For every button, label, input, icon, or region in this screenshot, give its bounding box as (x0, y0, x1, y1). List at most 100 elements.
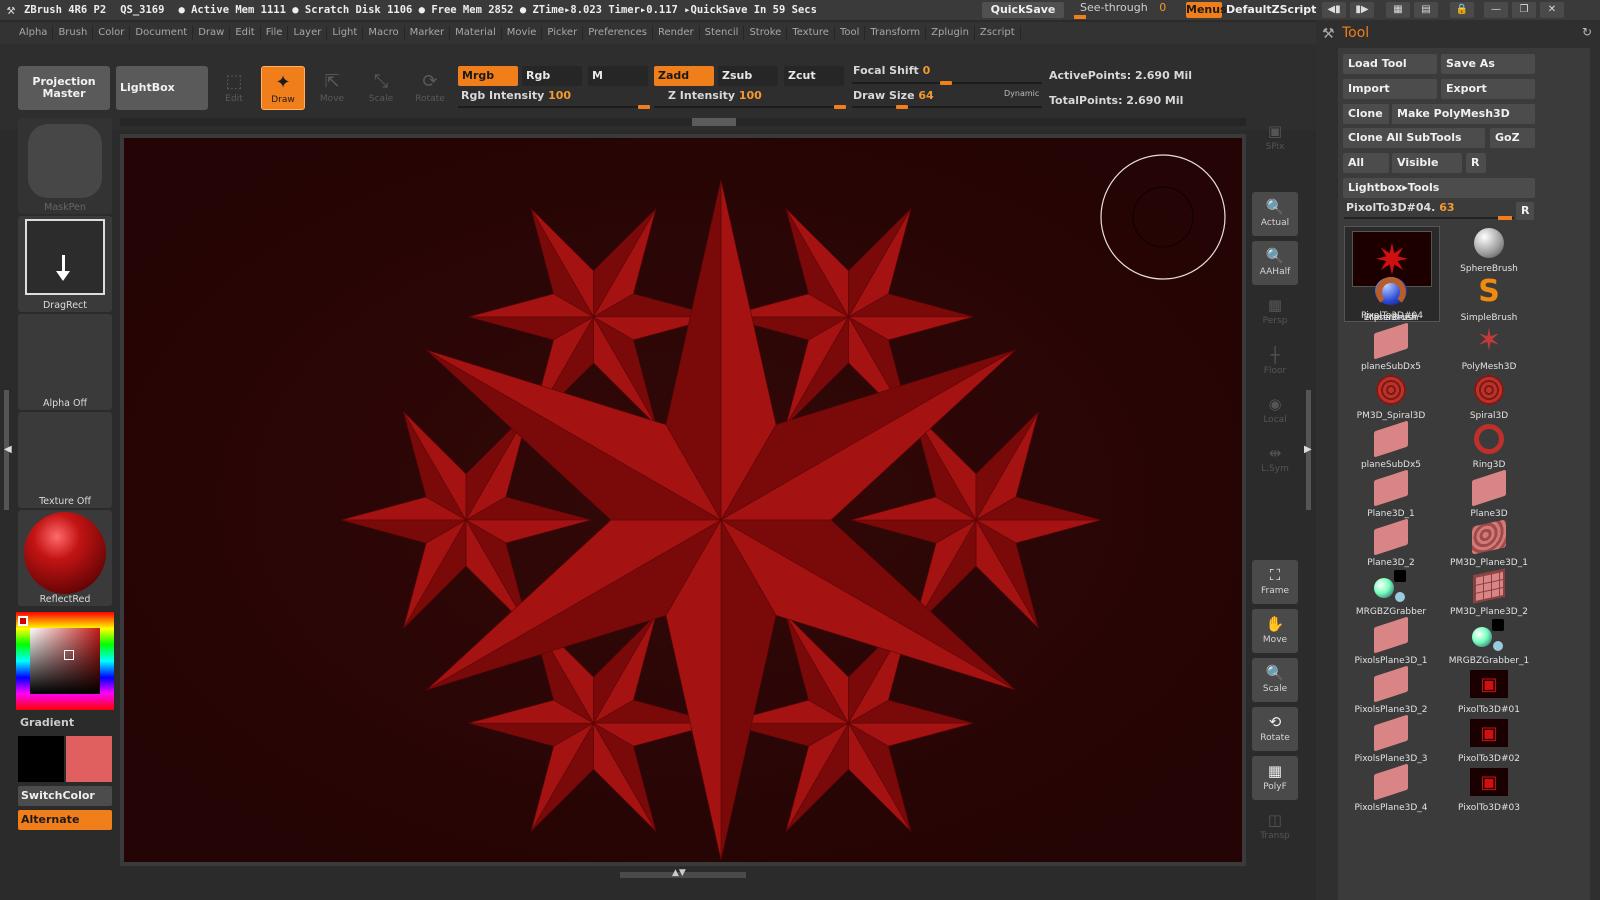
see-through-slider[interactable]: See-through 0 (1072, 1, 1178, 19)
mrgb-button[interactable]: Mrgb (458, 66, 518, 86)
tool-item-mrgbzgrabber-1[interactable]: MRGBZGrabber_1 (1441, 618, 1537, 666)
draw-mode-button[interactable]: ✦ Draw (261, 66, 305, 110)
close-icon[interactable]: ✕ (1540, 2, 1564, 18)
tool-item-pixolsplane3d-3[interactable]: PixolsPlane3D_3 (1343, 714, 1439, 764)
lightbox-tools-button[interactable]: Lightbox▸Tools (1343, 178, 1535, 198)
menus-toggle-button[interactable]: Menus (1186, 2, 1227, 18)
menu-transform[interactable]: Transform (865, 26, 927, 40)
lsym-view-button[interactable]: ⇹ L.Sym (1252, 438, 1298, 482)
move-mode-button[interactable]: ⇱ Move (310, 66, 354, 110)
move-view-button[interactable]: ✋ Move (1252, 609, 1298, 653)
load-tool-button[interactable]: Load Tool (1343, 54, 1437, 74)
tool-item-eraserbrush[interactable]: EraserBrush (1343, 275, 1439, 323)
menu-layer[interactable]: Layer (288, 26, 328, 40)
menu-stencil[interactable]: Stencil (700, 26, 745, 40)
expand-bottom-tray-icon[interactable]: ▲▼ (672, 868, 686, 878)
all-button[interactable]: All (1343, 153, 1389, 173)
tool-item-polymesh3d[interactable]: ✶ PolyMesh3D (1441, 324, 1537, 373)
rgb-button[interactable]: Rgb (522, 66, 582, 86)
rotate-view-button[interactable]: ⟲ Rotate (1252, 707, 1298, 751)
menu-texture[interactable]: Texture (787, 26, 835, 40)
tool-item-mrgbzgrabber[interactable]: MRGBZGrabber (1343, 569, 1439, 617)
tool-item-pixolto3d-02[interactable]: ▣ PixolTo3D#02 (1441, 716, 1537, 764)
color-cursor[interactable] (64, 650, 74, 660)
document-canvas[interactable] (124, 138, 1242, 862)
tool-item-pixolto3d-01[interactable]: ▣ PixolTo3D#01 (1441, 667, 1537, 715)
menu-preferences[interactable]: Preferences (583, 26, 654, 40)
tool-item-simplebrush[interactable]: S SimpleBrush (1441, 275, 1537, 324)
color-saturation-box[interactable] (30, 628, 100, 694)
menu-brush[interactable]: Brush (53, 26, 94, 40)
dynamic-toggle[interactable]: Dynamic (1004, 89, 1039, 98)
tool-item-pixolsplane3d-2[interactable]: PixolsPlane3D_2 (1343, 665, 1439, 715)
transp-view-button[interactable]: ◫ Transp (1252, 805, 1298, 849)
tool-item-planesubdx5[interactable]: planeSubDx5 (1343, 322, 1439, 372)
tool-item-pixolsplane3d-4[interactable]: PixolsPlane3D_4 (1343, 763, 1439, 813)
menu-draw[interactable]: Draw (193, 26, 231, 40)
clone-button[interactable]: Clone (1343, 104, 1389, 124)
texture-slot[interactable]: Texture Off (18, 412, 112, 508)
secondary-color-swatch[interactable] (18, 736, 64, 782)
scale-view-button[interactable]: 🔍 Scale (1252, 658, 1298, 702)
switch-color-button[interactable]: SwitchColor (18, 786, 112, 806)
tool-item-plane3d[interactable]: Plane3D (1441, 469, 1537, 519)
menu-color[interactable]: Color (93, 26, 131, 40)
current-tool-slider[interactable]: PixolTo3D#04. 63 (1346, 201, 1455, 214)
tool-item-pixolsplane3d-1[interactable]: PixolsPlane3D_1 (1343, 616, 1439, 666)
visible-button[interactable]: Visible (1392, 153, 1462, 173)
save-as-button[interactable]: Save As (1441, 54, 1535, 74)
tool-item-spiral3d[interactable]: Spiral3D (1441, 373, 1537, 421)
menu-marker[interactable]: Marker (405, 26, 451, 40)
tool-item-plane3d-2[interactable]: Plane3D_2 (1343, 518, 1439, 568)
edit-mode-button[interactable]: ⬚ Edit (212, 66, 256, 110)
alpha-slot[interactable]: Alpha Off (18, 314, 112, 410)
expand-right-tray-icon[interactable]: ▶ (1304, 444, 1312, 455)
scroll-right-icon[interactable]: ▮▶ (1350, 2, 1374, 18)
export-button[interactable]: Export (1441, 79, 1535, 99)
menu-tool[interactable]: Tool (835, 26, 866, 40)
menu-edit[interactable]: Edit (230, 26, 261, 40)
tool-item-pm3d-spiral3d[interactable]: PM3D_Spiral3D (1343, 373, 1439, 421)
persp-view-button[interactable]: ▦ Persp (1252, 290, 1298, 334)
alternate-button[interactable]: Alternate (18, 810, 112, 830)
tool-item-plane3d-1[interactable]: Plane3D_1 (1343, 469, 1439, 519)
menu-light[interactable]: Light (327, 26, 364, 40)
make-polymesh3d-button[interactable]: Make PolyMesh3D (1392, 104, 1535, 124)
aahalf-view-button[interactable]: 🔍 AAHalf (1252, 241, 1298, 285)
lock-icon[interactable]: 🔒 (1450, 2, 1474, 18)
expand-left-tray-icon[interactable]: ◀ (4, 444, 12, 455)
m-button[interactable]: M (588, 66, 648, 86)
menu-alpha[interactable]: Alpha (14, 26, 54, 40)
local-view-button[interactable]: ◉ Local (1252, 389, 1298, 433)
rotate-mode-button[interactable]: ⟳ Rotate (408, 66, 452, 110)
scrollbar-thumb[interactable] (692, 118, 736, 126)
minimize-icon[interactable]: — (1484, 2, 1508, 18)
refresh-palette-icon[interactable]: ↻ (1582, 25, 1592, 39)
menu-movie[interactable]: Movie (502, 26, 543, 40)
horizontal-canvas-scrollbar[interactable] (120, 118, 1246, 126)
stroke-slot[interactable]: DragRect (18, 216, 112, 312)
spix-view-button[interactable]: ▣ SPix (1252, 116, 1298, 160)
clone-all-subtools-button[interactable]: Clone All SubTools (1343, 128, 1485, 148)
quicksave-button[interactable]: QuickSave (982, 2, 1064, 18)
scroll-left-icon[interactable]: ◀▮ (1322, 2, 1346, 18)
tool-item-pm3d-plane3d-2[interactable]: PM3D_Plane3D_2 (1441, 568, 1537, 617)
menu-macro[interactable]: Macro (363, 26, 405, 40)
color-picker[interactable] (16, 612, 114, 710)
menu-file[interactable]: File (261, 26, 289, 40)
projection-master-button[interactable]: Projection Master (18, 66, 110, 110)
palette-layout-icon[interactable]: ▤ (1414, 2, 1438, 18)
scale-mode-button[interactable]: ⤡ Scale (359, 66, 403, 110)
tool-item-spherebrush[interactable]: SphereBrush (1441, 226, 1537, 274)
menu-stroke[interactable]: Stroke (744, 26, 788, 40)
maximize-icon[interactable]: ❐ (1512, 2, 1536, 18)
tool-item-ring3d[interactable]: Ring3D (1441, 422, 1537, 470)
tool-item-pm3d-plane3d-1[interactable]: PM3D_Plane3D_1 (1441, 519, 1537, 568)
menu-zplugin[interactable]: Zplugin (926, 26, 975, 40)
menu-render[interactable]: Render (653, 26, 700, 40)
material-slot[interactable]: ReflectRed (18, 510, 112, 606)
tool-item-pixolto3d-03[interactable]: ▣ PixolTo3D#03 (1441, 765, 1537, 813)
actual-view-button[interactable]: 🔍 Actual (1252, 192, 1298, 236)
menu-material[interactable]: Material (450, 26, 502, 40)
goz-button[interactable]: GoZ (1490, 128, 1535, 148)
